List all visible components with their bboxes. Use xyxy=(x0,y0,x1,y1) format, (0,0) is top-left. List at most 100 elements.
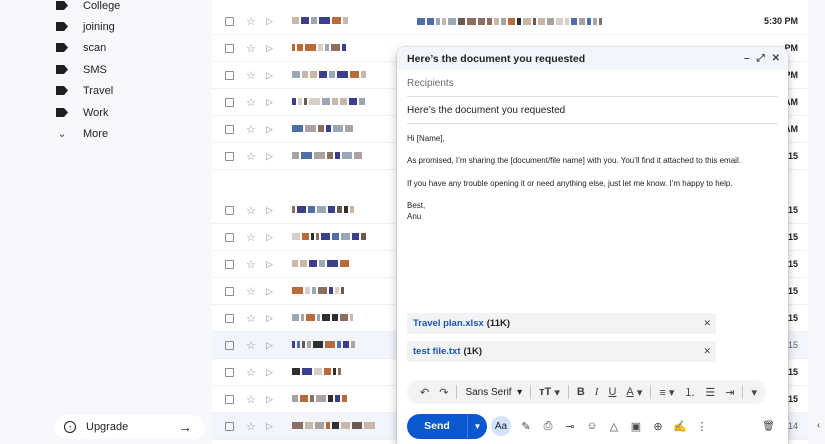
bold-icon[interactable]: B xyxy=(577,386,585,398)
redaction-block xyxy=(309,259,317,267)
message-body[interactable]: Hi [Name], As promised, I’m sharing the … xyxy=(397,124,788,222)
sender-redacted xyxy=(292,70,366,80)
drive-icon[interactable]: △ xyxy=(607,420,621,433)
more-formatting-icon[interactable]: ▾ xyxy=(751,386,757,399)
row-checkbox[interactable] xyxy=(225,394,234,404)
important-marker-icon[interactable]: ▷ xyxy=(266,70,278,81)
star-icon[interactable]: ☆ xyxy=(246,420,258,433)
italic-icon[interactable]: I xyxy=(595,386,599,398)
important-marker-icon[interactable]: ▷ xyxy=(266,16,278,27)
important-marker-icon[interactable]: ▷ xyxy=(266,394,278,405)
star-icon[interactable]: ☆ xyxy=(246,231,258,244)
row-checkbox[interactable] xyxy=(225,340,234,350)
insert-link-icon[interactable]: ⊸ xyxy=(563,420,577,433)
attachment-name[interactable]: Travel plan.xlsx xyxy=(413,318,484,329)
row-checkbox[interactable] xyxy=(225,16,234,26)
text-color-icon[interactable]: A ▾ xyxy=(626,386,642,399)
expand-icon[interactable]: ⤢ xyxy=(757,53,765,64)
send-button[interactable]: Send xyxy=(407,413,467,439)
star-icon[interactable]: ☆ xyxy=(246,69,258,82)
star-icon[interactable]: ☆ xyxy=(246,339,258,352)
star-icon[interactable]: ☆ xyxy=(246,96,258,109)
star-icon[interactable]: ☆ xyxy=(246,42,258,55)
remove-attachment-icon[interactable]: ✕ xyxy=(703,318,711,329)
chevron-left-icon[interactable]: ‹ xyxy=(817,420,820,431)
row-checkbox[interactable] xyxy=(225,43,234,53)
row-checkbox[interactable] xyxy=(225,313,234,323)
sidebar-label-text: College xyxy=(83,0,121,12)
row-checkbox[interactable] xyxy=(225,367,234,377)
formatting-options-button[interactable]: Aa xyxy=(491,416,511,436)
underline-icon[interactable]: U xyxy=(608,386,616,398)
sidebar-more[interactable]: ⌄ More xyxy=(56,123,206,144)
important-marker-icon[interactable]: ▷ xyxy=(266,97,278,108)
insert-photo-icon[interactable]: ▣ xyxy=(629,420,643,433)
sidebar-label-college[interactable]: College xyxy=(56,0,206,16)
important-marker-icon[interactable]: ▷ xyxy=(266,421,278,432)
upgrade-button[interactable]: ↑ Upgrade → xyxy=(54,415,204,439)
sidebar-label-sms[interactable]: SMS xyxy=(56,59,206,80)
important-marker-icon[interactable]: ▷ xyxy=(266,313,278,324)
trash-icon[interactable]: 🗑 xyxy=(762,421,775,432)
star-icon[interactable]: ☆ xyxy=(246,366,258,379)
sidebar-label-scan[interactable]: scan xyxy=(56,37,206,58)
bulleted-list-icon[interactable]: ☰ xyxy=(705,386,715,399)
sidebar-label-travel[interactable]: Travel xyxy=(56,80,206,101)
font-family-select[interactable]: Sans Serif ▾ xyxy=(465,387,522,398)
redaction-block xyxy=(292,205,295,213)
redaction-block xyxy=(319,70,327,78)
remove-attachment-icon[interactable]: ✕ xyxy=(703,346,711,357)
star-icon[interactable]: ☆ xyxy=(246,258,258,271)
important-marker-icon[interactable]: ▷ xyxy=(266,205,278,216)
row-checkbox[interactable] xyxy=(225,205,234,215)
star-icon[interactable]: ☆ xyxy=(246,285,258,298)
text-size-icon[interactable]: тT ▾ xyxy=(539,386,560,399)
star-icon[interactable]: ☆ xyxy=(246,312,258,325)
minimize-icon[interactable]: – xyxy=(744,53,750,64)
star-icon[interactable]: ☆ xyxy=(246,204,258,217)
important-marker-icon[interactable]: ▷ xyxy=(266,286,278,297)
important-marker-icon[interactable]: ▷ xyxy=(266,124,278,135)
important-marker-icon[interactable]: ▷ xyxy=(266,367,278,378)
row-checkbox[interactable] xyxy=(225,286,234,296)
star-icon[interactable]: ☆ xyxy=(246,123,258,136)
redaction-block xyxy=(341,421,350,429)
magic-pen-icon[interactable]: ✎ xyxy=(519,420,533,433)
attach-file-icon[interactable]: ⎙ xyxy=(541,420,555,433)
redaction-block xyxy=(326,421,330,429)
indent-icon[interactable]: ⇥ xyxy=(725,386,734,399)
sidebar-label-work[interactable]: Work xyxy=(56,102,206,123)
important-marker-icon[interactable]: ▷ xyxy=(266,340,278,351)
important-marker-icon[interactable]: ▷ xyxy=(266,43,278,54)
row-checkbox[interactable] xyxy=(225,421,234,431)
attachment-name[interactable]: test file.txt xyxy=(413,346,461,357)
emoji-icon[interactable]: ☺ xyxy=(585,420,599,432)
row-checkbox[interactable] xyxy=(225,151,234,161)
row-checkbox[interactable] xyxy=(225,259,234,269)
table-row[interactable]: ☆ ▷ 5:30 PM xyxy=(212,8,808,35)
confidential-mode-icon[interactable]: ⊕ xyxy=(651,420,665,433)
recipients-field[interactable]: Recipients xyxy=(407,70,778,97)
row-checkbox[interactable] xyxy=(225,124,234,134)
important-marker-icon[interactable]: ▷ xyxy=(266,259,278,270)
star-icon[interactable]: ☆ xyxy=(246,393,258,406)
close-icon[interactable]: ✕ xyxy=(772,53,780,64)
send-options-icon[interactable]: ▼ xyxy=(467,413,487,439)
signature-icon[interactable]: ✍ xyxy=(673,420,687,433)
star-icon[interactable]: ☆ xyxy=(246,15,258,28)
important-marker-icon[interactable]: ▷ xyxy=(266,232,278,243)
row-checkbox[interactable] xyxy=(225,97,234,107)
row-checkbox[interactable] xyxy=(225,232,234,242)
align-icon[interactable]: ≡ ▾ xyxy=(659,386,674,399)
important-marker-icon[interactable]: ▷ xyxy=(266,151,278,162)
star-icon[interactable]: ☆ xyxy=(246,150,258,163)
row-checkbox[interactable] xyxy=(225,70,234,80)
attachment-chip[interactable]: Travel plan.xlsx (11K) ✕ xyxy=(407,313,716,334)
subject-field[interactable]: Here’s the document you requested xyxy=(407,97,778,124)
more-options-icon[interactable]: ⋮ xyxy=(695,420,709,433)
undo-icon[interactable]: ↶ xyxy=(420,386,429,399)
redo-icon[interactable]: ↷ xyxy=(439,386,448,399)
numbered-list-icon[interactable]: ⒈ xyxy=(684,384,695,400)
attachment-chip[interactable]: test file.txt (1K) ✕ xyxy=(407,341,716,362)
sidebar-label-joining[interactable]: joining xyxy=(56,16,206,37)
